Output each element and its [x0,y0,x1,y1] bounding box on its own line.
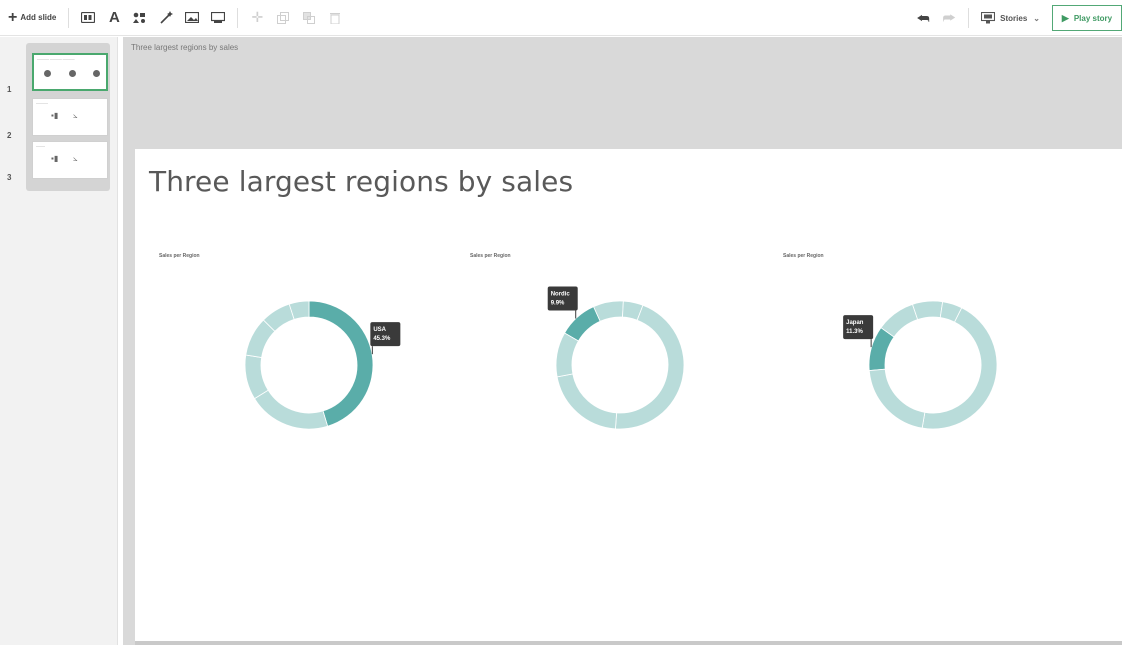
tooltip-label: USA [373,327,386,333]
tooltip-label: Nordic [551,292,571,298]
thumbnail-title: ———— [36,101,48,105]
donut-chart[interactable]: Sales per Region Japan 11.3% [783,245,1083,430]
donut-mini-icon [93,70,100,77]
chart-tooltip: Nordic 9.9% [547,286,578,319]
thumbnail-title: ———— ———— ———— [37,57,75,61]
add-slide-button[interactable]: + Add slide [6,7,62,29]
slide[interactable]: Three largest regions by sales Sales per… [135,149,1122,641]
donut-mini-icon [44,70,51,77]
arrange-icon[interactable] [298,7,320,29]
chart-tooltip: Japan 11.3% [843,315,874,348]
donut-chart[interactable]: Sales per Region Nordic 9.9% [470,245,770,430]
tooltip-value: 9.9% [551,301,565,307]
tooltip-box [843,315,874,340]
stories-icon [981,12,996,24]
move-icon[interactable]: ✛ [246,7,268,29]
line-chart-mini-icon: ⦣ [73,154,78,163]
undo-icon[interactable]: ⮪ [912,7,934,29]
donut-chart-svg: USA 45.3% [244,300,401,430]
shapes-icon[interactable] [129,7,151,29]
donut-slice [921,307,998,430]
story-title: Three largest regions by sales [131,43,239,52]
donut-slice [615,304,685,430]
play-story-button[interactable]: ▶ Play story [1052,5,1122,31]
line-chart-mini-icon: ⦣ [73,111,78,120]
chevron-down-icon: ⌄ [1033,13,1040,23]
donut-slice [911,300,944,321]
donut-slice [253,389,329,430]
slide-title[interactable]: Three largest regions by sales [149,165,573,198]
toolbar: + Add slide A ✛ ⮪ ⮫ Stories ⌄ ▶ Play sto… [0,0,1122,36]
donut-slice [868,368,926,429]
slide-thumbnail-panel: 1 ———— ———— ———— 2 ———— ▪▮ ⦣ 3 ——— ▪▮ ⦣ [0,37,118,645]
donut-chart[interactable]: Sales per Region USA 45.3% [159,245,459,430]
toolbar-divider [68,7,70,28]
play-icon: ▶ [1061,12,1069,23]
add-slide-label: Add slide [20,13,57,22]
plus-icon: + [8,8,18,26]
toolbar-right-group: ⮪ ⮫ Stories ⌄ ▶ Play story [910,0,1122,36]
story-canvas: Three largest regions by sales Three lar… [123,37,1122,645]
slide-number: 2 [7,131,12,140]
delete-icon[interactable] [324,7,346,29]
slide-bottom-edge [135,641,1122,645]
stories-label: Stories [1000,13,1028,23]
chart-tooltip: USA 45.3% [370,322,401,355]
tooltip-box [547,286,578,311]
toolbar-divider [968,8,970,28]
bar-chart-mini-icon: ▪▮ [51,154,59,163]
donut-chart-svg: Nordic 9.9% [547,286,685,430]
image-icon[interactable] [181,7,203,29]
slide-thumbnail-1[interactable]: ———— ———— ———— [32,53,108,91]
media-icon[interactable] [207,7,229,29]
tooltip-value: 11.3% [846,329,863,335]
redo-icon[interactable]: ⮫ [938,7,960,29]
tooltip-value: 45.3% [373,336,391,342]
donut-slice [555,332,579,378]
toolbar-divider [237,7,239,28]
slide-thumbnail-3[interactable]: ——— ▪▮ ⦣ [32,141,108,179]
effects-icon[interactable] [155,7,177,29]
toolbar-left-group: + Add slide A ✛ [0,0,348,36]
thumbnail-charts [44,70,100,77]
slide-number: 3 [7,173,12,182]
donut-slice-highlight [308,300,374,427]
donut-chart-svg: Japan 11.3% [843,300,998,430]
play-story-label: Play story [1073,13,1113,23]
donut-mini-icon [68,70,76,77]
tooltip-box [370,322,401,347]
slide-thumbnail-2[interactable]: ———— ▪▮ ⦣ [32,98,108,136]
slide-number: 1 [7,85,12,94]
duplicate-icon[interactable] [272,7,294,29]
thumbnail-title: ——— [36,144,45,148]
tooltip-label: Japan [846,320,864,326]
bar-chart-mini-icon: ▪▮ [51,111,59,120]
stories-dropdown[interactable]: Stories ⌄ [975,12,1046,24]
text-icon[interactable]: A [103,7,125,29]
snapshot-icon[interactable] [77,7,99,29]
donut-slice [244,354,269,400]
donut-slice [556,373,618,430]
